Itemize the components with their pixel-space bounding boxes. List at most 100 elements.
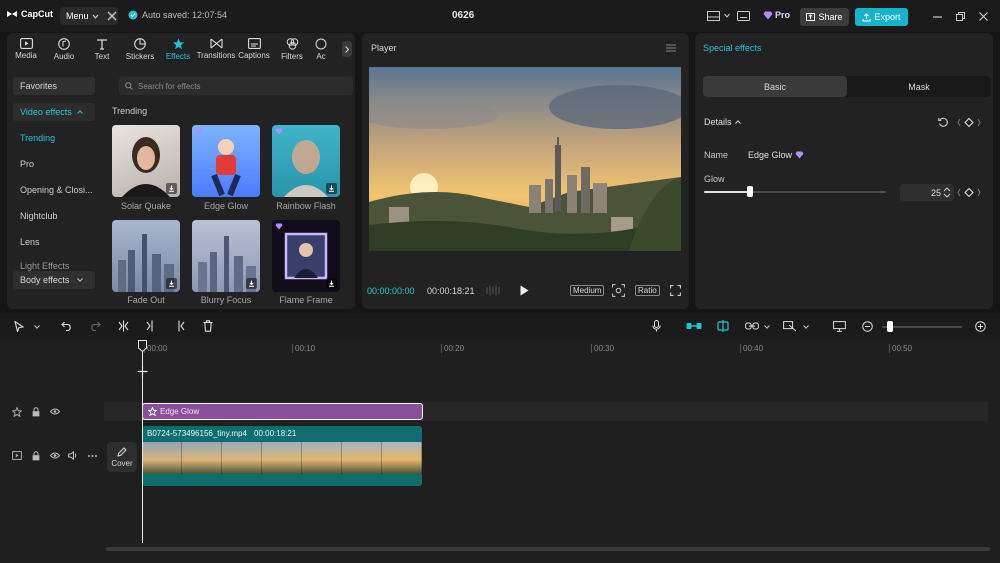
effects-search[interactable]: Search for effects <box>119 77 353 95</box>
chevron-down-icon[interactable] <box>764 325 770 329</box>
cover-button[interactable]: Cover <box>107 442 137 472</box>
download-icon[interactable] <box>326 278 337 289</box>
playhead-handle-icon[interactable] <box>138 340 147 352</box>
subcategory-lens[interactable]: Lens <box>13 233 95 251</box>
trim-left-icon[interactable] <box>146 320 157 332</box>
preview-axis-icon[interactable] <box>783 321 797 332</box>
tab-adjust[interactable]: Ac <box>311 33 331 65</box>
effect-card-blurry-focus[interactable] <box>192 220 260 292</box>
category-video-effects[interactable]: Video effects <box>13 103 95 121</box>
keyframe-icon[interactable] <box>957 187 981 198</box>
zoom-fit-icon[interactable] <box>612 284 625 297</box>
tab-effects[interactable]: Effects <box>159 33 197 65</box>
redo-icon[interactable] <box>89 321 101 331</box>
effect-card-edge-glow[interactable] <box>192 125 260 197</box>
tab-text[interactable]: Text <box>83 33 121 65</box>
quality-button[interactable]: Medium <box>570 285 605 296</box>
minimize-icon[interactable] <box>933 16 942 18</box>
main-track-magnet-icon[interactable] <box>686 321 702 331</box>
effect-clip-label: Edge Glow <box>160 407 200 416</box>
restore-icon[interactable] <box>956 12 965 21</box>
reset-icon[interactable] <box>938 117 949 128</box>
chevron-down-icon[interactable] <box>34 325 40 329</box>
zoom-slider-track[interactable] <box>882 326 962 328</box>
video-clip[interactable]: B0724-573496156_tiny.mp4 00:00:18:21 <box>142 426 422 486</box>
zoom-slider-handle[interactable] <box>887 321 893 332</box>
fullscreen-icon[interactable] <box>670 285 681 296</box>
keyboard-icon[interactable] <box>737 11 750 21</box>
total-time: 00:00:18:21 <box>427 286 475 296</box>
stepper-icon[interactable] <box>943 186 951 199</box>
subcategory-pro[interactable]: Pro <box>13 155 95 173</box>
play-icon[interactable] <box>520 285 529 296</box>
effect-name: Edge Glow <box>748 150 793 160</box>
video-preview[interactable] <box>369 67 681 251</box>
tab-stickers[interactable]: Stickers <box>121 33 159 65</box>
tab-mask[interactable]: Mask <box>847 76 991 97</box>
delete-icon[interactable] <box>203 320 213 332</box>
download-icon[interactable] <box>166 278 177 289</box>
tab-media[interactable]: Media <box>7 33 45 65</box>
tab-audio[interactable]: Audio <box>45 33 83 65</box>
tabs-scroll-right[interactable] <box>342 41 352 57</box>
microphone-icon[interactable] <box>652 320 661 332</box>
subcategory-opening-closing[interactable]: Opening & Closi... <box>13 181 95 199</box>
split-icon[interactable] <box>118 320 129 332</box>
keyframe-icon[interactable] <box>957 117 981 128</box>
zoom-in-icon[interactable] <box>975 321 986 332</box>
tab-transitions[interactable]: Transitions <box>197 33 235 65</box>
more-icon[interactable] <box>88 455 97 457</box>
timeline-toolbar <box>0 313 1000 340</box>
trim-right-icon[interactable] <box>174 320 185 332</box>
lock-icon[interactable] <box>32 407 40 417</box>
lock-icon[interactable] <box>32 451 40 461</box>
auto-snap-icon[interactable] <box>716 320 730 332</box>
category-favorites[interactable]: Favorites <box>13 77 95 95</box>
tab-captions[interactable]: Captions <box>235 33 273 65</box>
gem-icon <box>195 128 203 135</box>
details-toggle[interactable]: Details <box>704 117 741 127</box>
download-icon[interactable] <box>166 183 177 194</box>
export-button[interactable]: Export <box>855 8 908 26</box>
category-body-effects[interactable]: Body effects <box>13 271 95 289</box>
effect-card-flame-frame[interactable] <box>272 220 340 292</box>
chevron-down-icon[interactable] <box>803 325 809 329</box>
pro-badge[interactable]: Pro <box>763 10 790 20</box>
subcategory-trending[interactable]: Trending <box>13 129 95 147</box>
effect-categories: Favorites Video effects Trending Pro Ope… <box>13 77 103 297</box>
video-track-icon <box>12 451 22 460</box>
effect-card-solar-quake[interactable] <box>112 125 180 197</box>
screen-mirror-icon[interactable] <box>833 321 846 332</box>
download-icon[interactable] <box>326 183 337 194</box>
subcategory-nightclub[interactable]: Nightclub <box>13 207 95 225</box>
link-icon[interactable] <box>745 321 759 331</box>
waveform-icon[interactable] <box>486 285 500 296</box>
select-cursor-icon[interactable] <box>14 321 24 332</box>
zoom-out-icon[interactable] <box>862 321 873 332</box>
effects-icon <box>172 38 184 50</box>
ratio-button[interactable]: Ratio <box>635 285 660 296</box>
tab-basic[interactable]: Basic <box>703 76 847 97</box>
close-icon[interactable] <box>107 11 117 21</box>
download-icon[interactable] <box>246 278 257 289</box>
layout-icon[interactable] <box>707 11 720 21</box>
panel-title: Special effects <box>703 43 762 53</box>
eye-icon[interactable] <box>50 452 60 459</box>
undo-icon[interactable] <box>61 321 73 331</box>
player-title: Player <box>371 43 397 53</box>
glow-slider-handle[interactable] <box>746 186 753 197</box>
effect-card-fade-out[interactable] <box>112 220 180 292</box>
tab-filters[interactable]: Filters <box>273 33 311 65</box>
clip-thumbnail <box>342 442 382 474</box>
close-window-icon[interactable] <box>979 12 988 21</box>
speaker-icon[interactable] <box>68 451 78 460</box>
special-effects-panel: Special effects Basic Mask Details Name … <box>695 33 993 309</box>
effect-card-rainbow-flash[interactable] <box>272 125 340 197</box>
hamburger-icon[interactable] <box>666 44 676 52</box>
effect-clip-edge-glow[interactable]: Edge Glow <box>142 403 423 420</box>
share-button[interactable]: Share <box>800 8 849 26</box>
chevron-down-icon[interactable] <box>724 13 730 18</box>
chevron-down-icon <box>92 14 98 19</box>
eye-icon[interactable] <box>50 408 60 415</box>
timeline-scrollbar[interactable] <box>106 547 990 551</box>
